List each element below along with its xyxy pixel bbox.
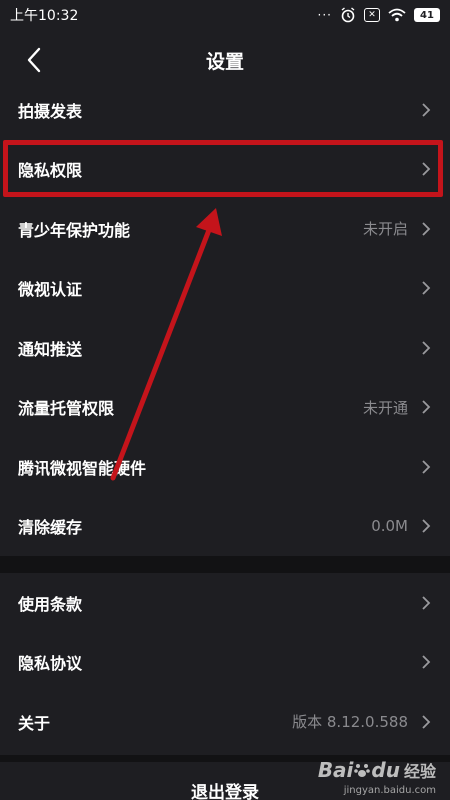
section-divider bbox=[0, 556, 450, 573]
signal-dots: ··· bbox=[317, 8, 332, 22]
row-label: 青少年保护功能 bbox=[18, 220, 131, 240]
settings-row-teen-protection[interactable]: 青少年保护功能 未开启 bbox=[0, 199, 450, 259]
wifi-icon bbox=[388, 8, 406, 22]
chevron-right-icon bbox=[422, 103, 431, 117]
baidu-jingyan-watermark: Bai du 经验 jingyan.baidu.com bbox=[317, 758, 436, 796]
status-bar: 上午10:32 ··· ✕ 41 bbox=[0, 0, 450, 30]
back-button[interactable] bbox=[18, 44, 50, 76]
settings-row-terms[interactable]: 使用条款 bbox=[0, 573, 450, 633]
paw-icon bbox=[354, 764, 371, 777]
row-label: 使用条款 bbox=[18, 594, 83, 614]
settings-row-verification[interactable]: 微视认证 bbox=[0, 258, 450, 318]
row-label: 隐私协议 bbox=[18, 654, 83, 674]
settings-row-data-hosting[interactable]: 流量托管权限 未开通 bbox=[0, 377, 450, 437]
watermark-jingyan: 经验 bbox=[403, 762, 436, 781]
settings-list: 拍摄发表 隐私权限 青少年保护功能 未开启 微视认证 通知推送 流量托管权限 未… bbox=[0, 80, 450, 752]
settings-row-privacy-policy[interactable]: 隐私协议 bbox=[0, 632, 450, 692]
settings-row-about[interactable]: 关于 版本 8.12.0.588 bbox=[0, 692, 450, 752]
chevron-right-icon bbox=[422, 162, 431, 176]
settings-row-clear-cache[interactable]: 清除缓存 0.0M bbox=[0, 496, 450, 556]
battery-indicator: 41 bbox=[414, 8, 440, 22]
row-label: 清除缓存 bbox=[18, 518, 83, 538]
row-label: 流量托管权限 bbox=[18, 399, 115, 419]
chevron-right-icon bbox=[422, 596, 431, 610]
page-title: 设置 bbox=[205, 50, 244, 73]
row-value: 版本 8.12.0.588 bbox=[292, 713, 408, 732]
status-icons: ··· ✕ 41 bbox=[318, 7, 440, 23]
status-time: 上午10:32 bbox=[10, 8, 79, 24]
chevron-right-icon bbox=[422, 400, 431, 414]
settings-row-smart-hardware[interactable]: 腾讯微视智能硬件 bbox=[0, 437, 450, 497]
chevron-right-icon bbox=[422, 281, 431, 295]
row-label: 关于 bbox=[18, 713, 51, 733]
watermark-brand: Bai du bbox=[317, 758, 400, 782]
chevron-right-icon bbox=[422, 655, 431, 669]
chevron-right-icon bbox=[422, 460, 431, 474]
row-label: 微视认证 bbox=[18, 280, 83, 300]
logout-label: 退出登录 bbox=[191, 783, 259, 800]
row-label: 腾讯微视智能硬件 bbox=[18, 458, 147, 478]
row-value: 未开启 bbox=[362, 220, 408, 239]
chevron-right-icon bbox=[422, 519, 431, 533]
chevron-right-icon bbox=[422, 715, 431, 729]
row-value: 未开通 bbox=[362, 398, 408, 417]
watermark-url: jingyan.baidu.com bbox=[343, 785, 436, 796]
back-chevron-icon bbox=[27, 47, 41, 73]
row-label: 通知推送 bbox=[18, 339, 83, 359]
settings-row-notifications[interactable]: 通知推送 bbox=[0, 318, 450, 378]
settings-row-privacy-permission[interactable]: 隐私权限 bbox=[0, 139, 450, 199]
row-label: 隐私权限 bbox=[18, 161, 83, 181]
alarm-icon bbox=[341, 7, 355, 23]
chevron-right-icon bbox=[422, 341, 431, 355]
chevron-right-icon bbox=[422, 222, 431, 236]
row-value: 0.0M bbox=[371, 517, 408, 536]
row-label: 拍摄发表 bbox=[18, 101, 83, 121]
settings-row-shooting[interactable]: 拍摄发表 bbox=[0, 80, 450, 140]
sim-x-icon: ✕ bbox=[364, 8, 380, 22]
